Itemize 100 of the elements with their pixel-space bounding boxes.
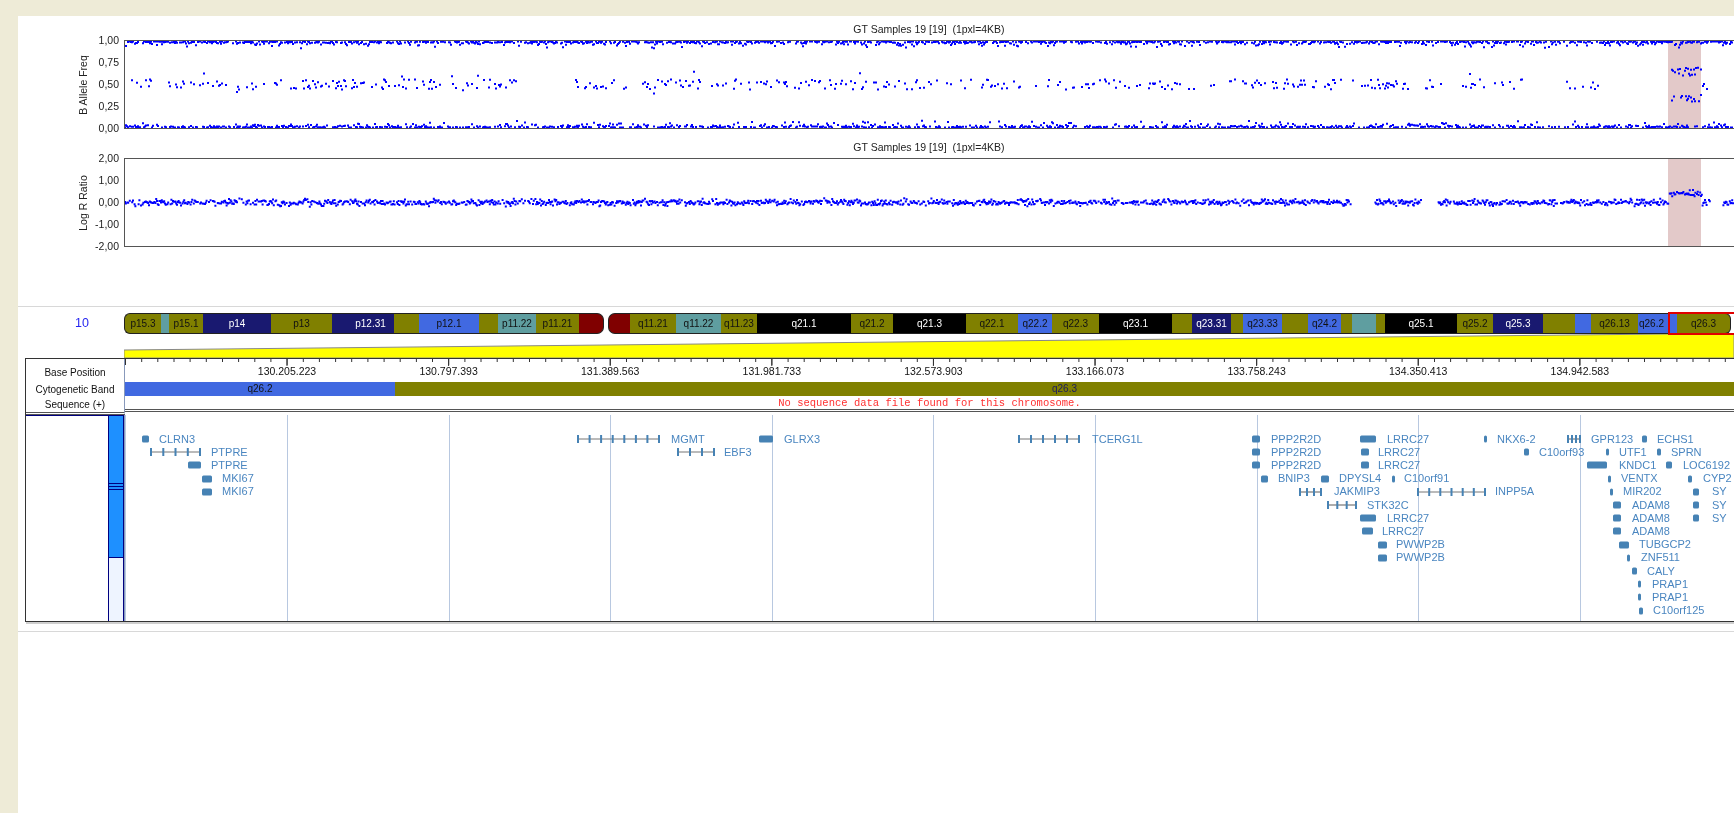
gene-label: LRRC27 (1378, 458, 1421, 472)
gene-label: PWWP2B (1396, 551, 1445, 565)
gene-model-icon (677, 448, 715, 457)
gene-label: ZNF511 (1641, 551, 1680, 565)
axis-tick-label: 1,00 (98, 174, 119, 186)
plot-title: GT Samples 19 [19] (1pxl=4KB) (853, 140, 1005, 155)
axis-tick-label: 0,25 (98, 100, 119, 112)
position-label: 133.758.243 (1227, 365, 1286, 378)
gene-label: SY (1712, 498, 1727, 512)
gene-model-icon (1299, 487, 1322, 496)
chromosome-band: q22.2 (1018, 313, 1052, 334)
chromosome-band: p13 (271, 313, 332, 334)
axis-tick-label: 1,00 (98, 34, 119, 46)
axis-tick-label: -2,00 (95, 240, 119, 252)
gene-label: PRAP1 (1652, 590, 1689, 604)
gene-label: VENTX (1621, 472, 1658, 486)
gene-label: INPP5A (1495, 485, 1535, 499)
chromosome-band: q21.2 (851, 313, 893, 334)
gene-model-icon (1360, 514, 1376, 523)
gene-label: UTF1 (1619, 445, 1647, 459)
chromosome-band: q11.21 (630, 313, 676, 334)
chromosome-band: q11.23 (721, 313, 757, 334)
gene-model-icon (1327, 501, 1357, 509)
gene-model-icon (1417, 487, 1486, 496)
gene-label: JAKMIP3 (1334, 485, 1380, 499)
chromosome-band: p11.22 (498, 313, 536, 334)
axis-tick-label: 0,00 (98, 196, 119, 208)
gene-label: BNIP3 (1278, 472, 1310, 486)
gene-label: LRRC27 (1382, 524, 1425, 538)
chromosome-band: q25.2 (1457, 313, 1493, 334)
chromosome-band: q21.3 (893, 313, 966, 334)
gene-label: EBF3 (724, 445, 752, 459)
gene-label: CLRN3 (159, 432, 196, 446)
gene-model-icon (1484, 435, 1487, 443)
gene-label: ECHS1 (1657, 432, 1694, 446)
gene-model-icon (1587, 461, 1607, 470)
gene-label: LRRC27 (1387, 511, 1430, 525)
gene-label: SY (1712, 485, 1727, 499)
position-label: 133.166.073 (1065, 365, 1125, 378)
axis-title: B Allele Freq (76, 54, 90, 115)
gene-model-icon (1642, 435, 1647, 443)
gene-label: GPR123 (1591, 432, 1634, 446)
chromosome-number: 10 (74, 315, 90, 332)
gene-label: LOC6192 (1683, 458, 1731, 472)
chromosome-band: q25.1 (1385, 313, 1457, 334)
status-message: No sequence data file found for this chromosome. (778, 397, 1081, 409)
chromosome-band: p12.31 (347, 313, 394, 334)
gene-label: LRRC27 (1378, 445, 1421, 459)
chromosome-band: p12.1 (419, 313, 479, 334)
gene-label: MKI67 (222, 485, 254, 499)
chromosome-band: q22.1 (966, 313, 1018, 334)
row-label: Cytogenetic Band (35, 384, 115, 395)
chromosome-band: p11.21 (536, 313, 579, 334)
gene-label: CYP2 (1703, 472, 1732, 486)
gene-label: PTPRE (211, 445, 248, 459)
gene-label: SY (1712, 511, 1727, 525)
gene-label: MIR202 (1623, 485, 1662, 499)
chromosome-band: q22.3 (1052, 313, 1099, 334)
gene-model-icon (759, 435, 773, 443)
gene-label: GLRX3 (784, 432, 821, 446)
gene-label: ADAM8 (1632, 498, 1670, 512)
cytoband-segment: q26.3 (395, 382, 1734, 396)
gene-label: SPRN (1671, 445, 1702, 459)
gene-model-icon (1321, 474, 1329, 483)
axis-tick-label: 0,00 (98, 122, 119, 134)
chromosome-band: q23.1 (1099, 313, 1172, 334)
gene-label: KNDC1 (1619, 458, 1657, 472)
gene-label: PRAP1 (1652, 577, 1689, 591)
axis-tick-label: 0,50 (98, 78, 119, 90)
gene-model-icon (1524, 448, 1529, 457)
axis-title: Log R Ratio (76, 174, 90, 231)
scrollbar-thumb[interactable] (109, 416, 123, 558)
chromosome-band: q21.1 (757, 313, 851, 334)
gene-label: PWWP2B (1396, 538, 1445, 552)
position-label: 130.797.393 (419, 365, 478, 378)
gene-model-icon (1567, 435, 1581, 443)
gene-label: ADAM8 (1632, 511, 1670, 525)
position-label: 131.981.733 (742, 365, 801, 378)
gene-label: ADAM8 (1632, 524, 1670, 538)
cytoband-segment: q26.2 (125, 382, 395, 396)
gene-label: LRRC27 (1387, 432, 1430, 446)
gene-model-icon (188, 461, 201, 470)
gene-label: PPP2R2D (1271, 432, 1322, 446)
gene-label: C10orf93 (1539, 445, 1585, 459)
gene-label: MKI67 (222, 472, 254, 486)
chromosome-band: p15.3 (124, 313, 161, 334)
axis-tick-label: -1,00 (95, 218, 119, 230)
chromosome-band: q11.22 (676, 313, 721, 334)
chromosome-band: q26.2 (1638, 313, 1677, 334)
gene-label: NKX6-2 (1497, 432, 1536, 446)
chromosome-band: q23.33 (1243, 313, 1282, 334)
gene-label: TUBGCP2 (1639, 538, 1691, 552)
gene-model-icon (1606, 448, 1609, 457)
chromosome-band: q26.13 (1591, 313, 1638, 334)
chromosome-band: p15.1 (169, 313, 203, 334)
gene-label: DPYSL4 (1339, 472, 1382, 486)
chromosome-band: q25.3 (1493, 313, 1543, 334)
chromosome-band: p14 (203, 313, 271, 334)
scrollbar-track[interactable] (108, 415, 124, 621)
gene-model-icon (1360, 435, 1376, 443)
